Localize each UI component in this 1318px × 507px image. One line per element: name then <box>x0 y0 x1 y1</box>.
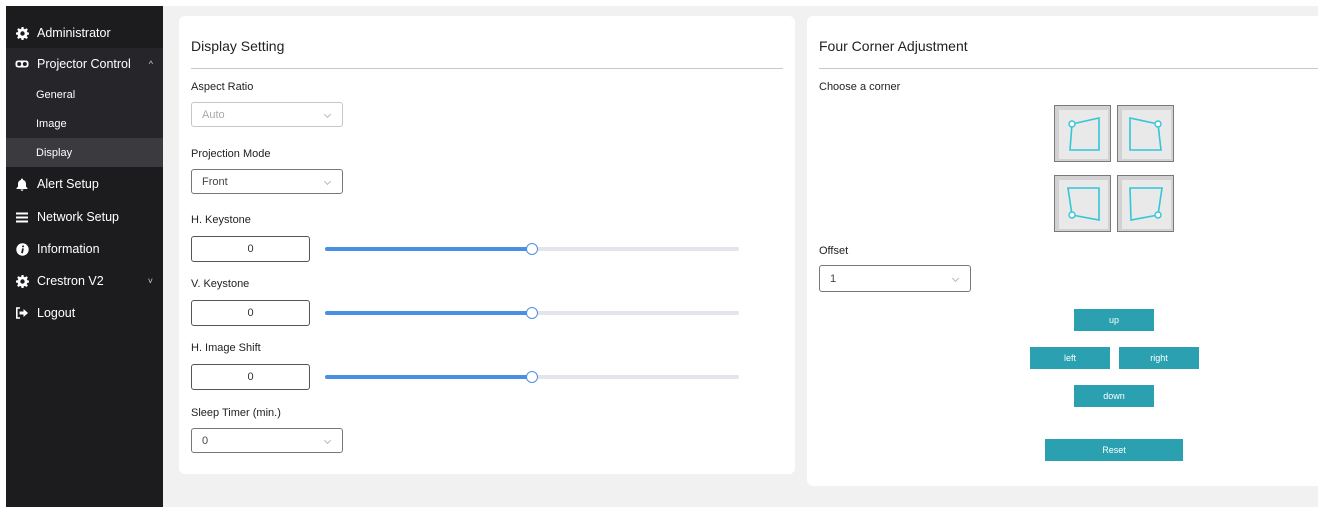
sidebar-item-label: Alert Setup <box>37 177 99 191</box>
sidebar-subitem-image[interactable]: Image <box>6 109 163 138</box>
sidebar-item-crestron-v2[interactable]: Crestron V2 ˅ <box>6 265 163 297</box>
slider-thumb[interactable] <box>526 371 538 383</box>
aspect-ratio-select[interactable]: Auto <box>191 102 343 127</box>
sidebar-subitem-label: Display <box>36 146 73 159</box>
right-button[interactable]: right <box>1119 347 1199 369</box>
slider-fill <box>325 375 532 379</box>
chevron-up-icon: ^ <box>148 59 153 69</box>
divider <box>191 68 783 69</box>
v-keystone-slider[interactable] <box>325 307 739 319</box>
sidebar-item-alert-setup[interactable]: Alert Setup <box>6 168 163 200</box>
sidebar-subitem-general[interactable]: General <box>6 80 163 109</box>
logout-icon <box>15 306 29 320</box>
sidebar-item-label: Network Setup <box>37 210 119 224</box>
gear-icon <box>15 274 29 288</box>
sidebar-subitem-display[interactable]: Display <box>6 138 163 167</box>
sidebar-item-information[interactable]: Information <box>6 233 163 265</box>
up-button[interactable]: up <box>1074 309 1154 331</box>
offset-label: Offset <box>819 245 849 257</box>
projection-mode-select[interactable]: Front <box>191 169 343 194</box>
corner-top-right-icon <box>1122 110 1171 159</box>
slider-thumb[interactable] <box>526 243 538 255</box>
chevron-down-icon <box>323 177 332 185</box>
v-keystone-label: V. Keystone <box>191 278 250 290</box>
sidebar-subitem-label: Image <box>36 117 67 130</box>
sidebar-item-label: Logout <box>37 306 76 320</box>
sidebar-item-label: Information <box>37 242 100 256</box>
chevron-down-icon: ˅ <box>147 276 153 286</box>
h-image-shift-slider[interactable] <box>325 371 739 383</box>
chevron-down-icon <box>951 274 960 282</box>
corner-top-left-button[interactable] <box>1054 105 1111 162</box>
sidebar-item-logout[interactable]: Logout <box>6 297 163 329</box>
corner-top-right-button[interactable] <box>1117 105 1174 162</box>
corner-bottom-left-button[interactable] <box>1054 175 1111 232</box>
aspect-ratio-label: Aspect Ratio <box>191 81 254 93</box>
sidebar-subitem-label: General <box>36 88 76 101</box>
v-keystone-input[interactable]: 0 <box>191 300 310 326</box>
gear-icon <box>15 26 29 40</box>
sleep-timer-label: Sleep Timer (min.) <box>191 407 281 419</box>
app-frame: Administrator Projector Control ^ Genera… <box>6 6 1318 507</box>
sidebar-item-projector-control[interactable]: Projector Control ^ <box>6 48 163 80</box>
divider <box>819 68 1318 69</box>
slider-thumb[interactable] <box>526 307 538 319</box>
sidebar: Administrator Projector Control ^ Genera… <box>6 6 163 507</box>
sidebar-item-label: Projector Control <box>37 57 131 71</box>
slider-fill <box>325 247 532 251</box>
sidebar-item-label: Administrator <box>37 26 111 40</box>
chevron-down-icon <box>323 436 332 444</box>
projection-mode-value: Front <box>202 175 228 188</box>
choose-corner-label: Choose a corner <box>819 81 901 93</box>
projection-mode-label: Projection Mode <box>191 148 271 160</box>
h-image-shift-label: H. Image Shift <box>191 342 261 354</box>
four-corner-card: Four Corner Adjustment Choose a corner O… <box>807 16 1318 486</box>
reset-button[interactable]: Reset <box>1045 439 1183 461</box>
projector-icon <box>15 57 29 71</box>
sleep-timer-select[interactable]: 0 <box>191 428 343 453</box>
h-image-shift-input[interactable]: 0 <box>191 364 310 390</box>
slider-fill <box>325 311 532 315</box>
sleep-timer-value: 0 <box>202 434 209 447</box>
sidebar-item-label: Crestron V2 <box>37 274 104 288</box>
sidebar-item-network-setup[interactable]: Network Setup <box>6 201 163 233</box>
h-keystone-input[interactable]: 0 <box>191 236 310 262</box>
offset-select[interactable]: 1 <box>819 265 971 292</box>
card-title: Four Corner Adjustment <box>819 38 968 54</box>
display-setting-card: Display Setting Aspect Ratio Auto Projec… <box>179 16 795 474</box>
h-keystone-label: H. Keystone <box>191 214 251 226</box>
h-keystone-slider[interactable] <box>325 243 739 255</box>
aspect-ratio-value: Auto <box>202 108 225 121</box>
corner-bottom-right-button[interactable] <box>1117 175 1174 232</box>
down-button[interactable]: down <box>1074 385 1154 407</box>
list-icon <box>15 210 29 224</box>
card-title: Display Setting <box>191 38 285 54</box>
corner-top-left-icon <box>1059 110 1108 159</box>
corner-bottom-left-icon <box>1059 180 1108 229</box>
bell-icon <box>15 177 29 191</box>
corner-bottom-right-icon <box>1122 180 1171 229</box>
info-icon <box>15 242 29 256</box>
offset-value: 1 <box>830 272 837 285</box>
sidebar-item-administrator[interactable]: Administrator <box>6 17 163 49</box>
left-button[interactable]: left <box>1030 347 1110 369</box>
chevron-down-icon <box>323 110 332 118</box>
